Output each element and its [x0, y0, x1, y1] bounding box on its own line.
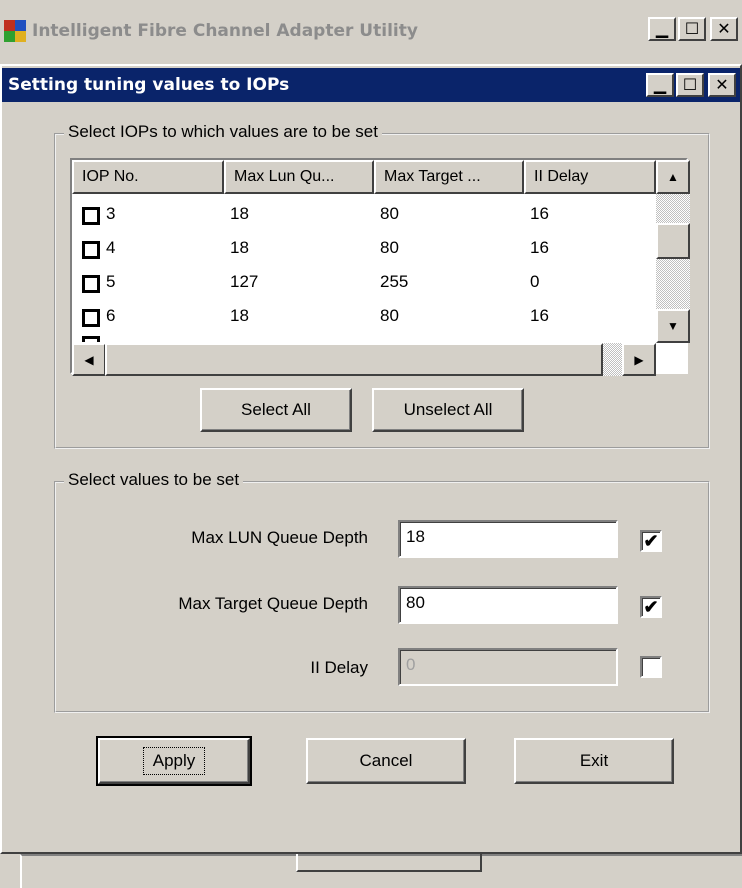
scroll-down-icon[interactable]: ▼ [656, 309, 690, 343]
app-title: Intelligent Fibre Channel Adapter Utilit… [32, 21, 418, 41]
horizontal-scrollbar[interactable]: ◀ ▶ [72, 343, 656, 376]
maximize-icon[interactable]: ☐ [678, 17, 706, 41]
max-lun-checkbox[interactable]: ✔ [640, 530, 662, 552]
max-target-input[interactable]: 80 [398, 586, 618, 624]
column-header-max-lun[interactable]: Max Lun Qu... [224, 160, 374, 194]
list-item[interactable]: 3 18 80 16 [72, 198, 662, 232]
app-title-bar[interactable]: Intelligent Fibre Channel Adapter Utilit… [0, 12, 742, 50]
ii-delay-label: II Delay [310, 658, 368, 677]
exit-label: Exit [579, 751, 609, 770]
scroll-right-icon[interactable]: ▶ [622, 343, 656, 376]
max-lun-value: 18 [230, 238, 249, 257]
scroll-left-icon[interactable]: ◀ [72, 343, 106, 376]
row-checkbox[interactable] [82, 309, 100, 327]
row-checkbox-partial [82, 336, 100, 342]
list-item[interactable]: 4 18 80 16 [72, 232, 662, 266]
list-item[interactable]: 5 127 255 0 [72, 266, 662, 300]
row-checkbox[interactable] [82, 241, 100, 259]
values-group-legend: Select values to be set [64, 470, 244, 490]
select-all-label: Select All [241, 400, 311, 419]
max-target-value: 255 [380, 272, 409, 291]
scroll-up-icon[interactable]: ▲ [656, 160, 690, 194]
max-lun-input[interactable]: 18 [398, 520, 618, 558]
row-checkbox[interactable] [82, 275, 100, 293]
max-target-label: Max Target Queue Depth [178, 594, 368, 613]
iop-list[interactable]: IOP No. Max Lun Qu... Max Target ... II … [70, 158, 690, 376]
max-lun-value: 127 [230, 272, 259, 291]
apply-button[interactable]: Apply [96, 736, 252, 786]
ii-delay-value: 16 [530, 204, 549, 223]
column-header-max-target[interactable]: Max Target ... [374, 160, 524, 194]
dialog-title-bar[interactable]: Setting tuning values to IOPs ▁ ☐ ✕ [2, 68, 740, 102]
ii-delay-value: 16 [530, 238, 549, 257]
minimize-icon[interactable]: ▁ [646, 73, 674, 97]
minimize-icon[interactable]: ▁ [648, 17, 676, 41]
max-target-value: 80 [380, 238, 399, 257]
ii-delay-value: 16 [530, 306, 549, 325]
list-item[interactable]: 6 18 80 16 [72, 300, 662, 334]
max-lun-value: 18 [230, 306, 249, 325]
check-icon: ✔ [643, 597, 659, 617]
cancel-label: Cancel [359, 751, 413, 770]
max-lun-label: Max LUN Queue Depth [191, 528, 368, 547]
status-panel [296, 854, 482, 872]
max-target-value: 80 [380, 306, 399, 325]
ii-delay-value: 0 [530, 272, 540, 291]
max-target-value: 80 [380, 204, 399, 223]
select-all-button[interactable]: Select All [200, 388, 352, 432]
unselect-all-button[interactable]: Unselect All [372, 388, 524, 432]
dialog-title: Setting tuning values to IOPs [8, 75, 290, 95]
close-icon[interactable]: ✕ [710, 17, 738, 41]
max-target-checkbox[interactable]: ✔ [640, 596, 662, 618]
iop-group-legend: Select IOPs to which values are to be se… [64, 122, 382, 142]
ii-delay-input[interactable]: 0 [398, 648, 618, 686]
ii-delay-checkbox[interactable] [640, 656, 662, 678]
unselect-all-label: Unselect All [403, 400, 493, 419]
iop-number: 4 [106, 238, 116, 257]
column-header-ii-delay[interactable]: II Delay [524, 160, 656, 194]
max-lun-value: 18 [230, 204, 249, 223]
apply-label: Apply [142, 747, 206, 775]
exit-button[interactable]: Exit [514, 738, 674, 784]
vertical-scrollbar[interactable]: ▲ ▼ [656, 160, 690, 343]
close-icon[interactable]: ✕ [708, 73, 736, 97]
horizontal-scroll-thumb[interactable] [105, 343, 603, 376]
iop-number: 5 [106, 272, 116, 291]
maximize-icon[interactable]: ☐ [676, 73, 704, 97]
check-icon: ✔ [643, 531, 659, 551]
iop-number: 3 [106, 204, 116, 223]
scroll-thumb[interactable] [656, 223, 690, 259]
app-icon [4, 20, 26, 42]
iop-number: 6 [106, 306, 116, 325]
row-checkbox[interactable] [82, 207, 100, 225]
cancel-button[interactable]: Cancel [306, 738, 466, 784]
column-header-iop[interactable]: IOP No. [72, 160, 224, 194]
